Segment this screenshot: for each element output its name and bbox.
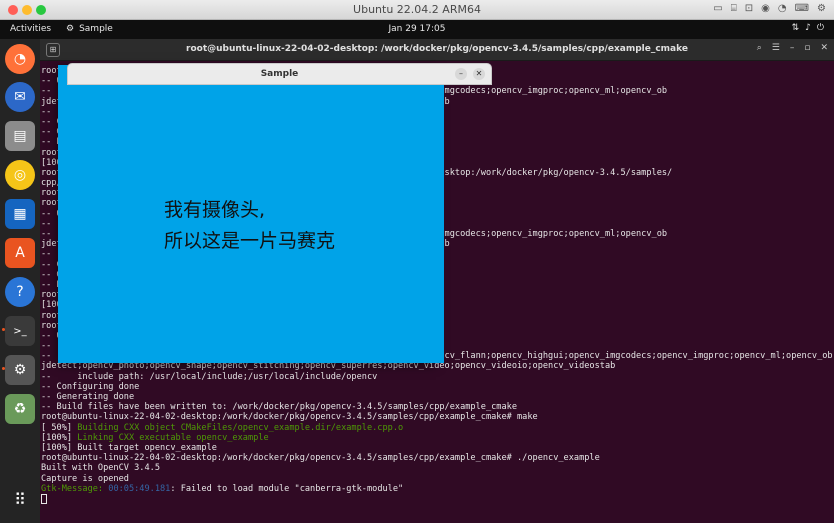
- activities-button[interactable]: Activities: [10, 24, 51, 34]
- gtk-time: 00:05:49.181: [103, 483, 171, 494]
- close-icon[interactable]: ✕: [473, 68, 485, 80]
- maximize-icon[interactable]: ▫: [804, 43, 810, 53]
- progress-prefix: [100%]: [41, 432, 78, 443]
- terminal-line: [100%] Built target opencv_example: [41, 442, 217, 453]
- help-icon[interactable]: ?: [5, 277, 35, 307]
- search-icon[interactable]: ⌕: [757, 43, 762, 53]
- gnome-top-bar: Activities ⚙ Sample Jan 29 17:05 ⇅ ♪ ⏻: [0, 20, 834, 39]
- terminal-controls: ⌕ ☰ – ▫ ✕: [757, 43, 828, 53]
- host-toolbar: ▭ ⌸ ⊡ ◉ ◔ ⌨ ⚙: [713, 3, 826, 14]
- gtk-tag: Gtk-Message:: [41, 483, 104, 494]
- keyboard-icon[interactable]: ⌨: [795, 3, 809, 14]
- sample-title: Sample: [260, 69, 299, 79]
- terminal-line: [100%] Linking CXX executable opencv_exa…: [41, 433, 834, 443]
- sample-window[interactable]: Sample – ✕ 我有摄像头, 所以这是一片马赛克: [58, 63, 492, 363]
- overlay-line-2: 所以这是一片马赛克: [164, 230, 336, 252]
- gear-icon[interactable]: ⚙: [817, 3, 826, 14]
- settings-icon[interactable]: ⚙: [5, 355, 35, 385]
- terminal-line: -- Generating done: [41, 392, 135, 402]
- trash-icon[interactable]: ♻: [5, 394, 35, 424]
- gtk-warning-line: Gtk-Message: 00:05:49.181: Failed to loa…: [41, 484, 834, 494]
- terminal-headerbar: ⊞ root@ubuntu-linux-22-04-02-desktop: /w…: [40, 39, 834, 61]
- volume-icon: ♪: [805, 23, 811, 33]
- app-menu-label: Sample: [79, 24, 113, 34]
- terminal-title: root@ubuntu-linux-22-04-02-desktop: /wor…: [186, 44, 688, 54]
- terminal-line: [ 50%] Building CXX object CMakeFiles/op…: [41, 423, 834, 433]
- menu-icon[interactable]: ☰: [772, 43, 780, 53]
- rhythmbox-icon[interactable]: ◎: [5, 160, 35, 190]
- gtk-message: : Failed to load module "canberra-gtk-mo…: [170, 483, 404, 494]
- show-apps-icon[interactable]: ⠿: [5, 484, 35, 514]
- software-icon[interactable]: A: [5, 238, 35, 268]
- camera-view: 我有摄像头, 所以这是一片马赛克: [58, 85, 444, 363]
- app-menu-icon: ⚙: [66, 24, 75, 34]
- progress-prefix: [ 50%]: [41, 422, 78, 433]
- audio-icon[interactable]: ◔: [778, 3, 787, 14]
- usb-icon[interactable]: ⌸: [731, 3, 737, 14]
- files-icon[interactable]: ▤: [5, 121, 35, 151]
- text-cursor: [41, 493, 47, 504]
- cursor-line: [41, 493, 834, 504]
- overlay-line-1: 我有摄像头,: [164, 199, 266, 221]
- build-step: Building CXX object CMakeFiles/opencv_ex…: [77, 422, 404, 433]
- firefox-icon[interactable]: ◔: [5, 44, 35, 74]
- terminal-line: root@ubuntu-linux-22-04-02-desktop:/work…: [41, 412, 538, 423]
- host-window-title: Ubuntu 22.04.2 ARM64: [353, 3, 481, 16]
- terminal-line: -- Configuring done: [41, 381, 140, 392]
- overlay-text: 我有摄像头, 所以这是一片马赛克: [164, 195, 335, 257]
- writer-icon[interactable]: ▦: [5, 199, 35, 229]
- terminal-line: root@ubuntu-linux-22-04-02-desktop:/work…: [41, 453, 600, 464]
- thunderbird-icon[interactable]: ✉: [5, 82, 35, 112]
- terminal-icon[interactable]: >_: [5, 316, 35, 346]
- power-icon: ⏻: [816, 23, 824, 33]
- terminal-line: Built with OpenCV 3.4.5: [41, 463, 160, 474]
- terminal-line: -- Build files have been written to: /wo…: [41, 402, 517, 413]
- terminal-line: Capture is opened: [41, 473, 129, 484]
- build-step: Linking CXX executable opencv_example: [77, 432, 269, 443]
- share-icon[interactable]: ⊡: [745, 3, 753, 14]
- camera-icon[interactable]: ◉: [761, 3, 770, 14]
- host-titlebar: Ubuntu 22.04.2 ARM64 ▭ ⌸ ⊡ ◉ ◔ ⌨ ⚙: [0, 0, 834, 20]
- minimize-icon[interactable]: –: [455, 68, 467, 80]
- network-icon: ⇅: [791, 23, 800, 33]
- sample-titlebar[interactable]: Sample – ✕: [67, 63, 492, 85]
- app-menu[interactable]: ⚙ Sample: [66, 24, 113, 34]
- dock: ◔ ✉ ▤ ◎ ▦ A ? >_ ⚙ ♻ ⠿: [0, 39, 40, 523]
- minimize-icon[interactable]: –: [790, 43, 795, 53]
- close-icon[interactable]: ✕: [820, 43, 828, 53]
- clock[interactable]: Jan 29 17:05: [0, 24, 834, 34]
- terminal-line: -- include path: /usr/local/include;/usr…: [41, 371, 378, 382]
- display-icon[interactable]: ▭: [713, 3, 722, 14]
- system-tray[interactable]: ⇅ ♪ ⏻: [792, 23, 824, 33]
